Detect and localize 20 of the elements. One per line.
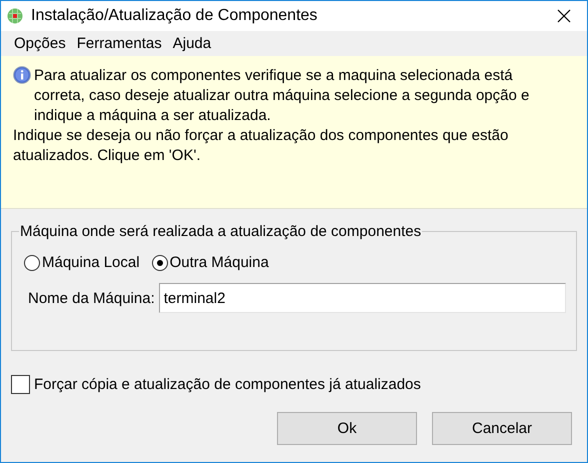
close-icon xyxy=(557,9,571,23)
radio-button[interactable] xyxy=(24,254,40,270)
machine-name-field[interactable]: terminal2 xyxy=(158,283,566,313)
globe-icon xyxy=(7,8,23,24)
group-title: Máquina onde será realizada a atualização de componentes xyxy=(19,223,422,240)
checkbox[interactable] xyxy=(11,375,30,394)
radio-label: Máquina Local xyxy=(42,254,140,271)
menu-item[interactable]: Ferramentas xyxy=(72,35,168,52)
null[interactable]: Cancelar xyxy=(432,412,572,445)
info-text: Indique se deseja ou não forçar a atualização dos componentes que estão atualizados. Clique em 'OK'. xyxy=(13,126,510,166)
info-icon xyxy=(13,66,31,84)
window-title: Instalação/Atualização de Componentes xyxy=(31,7,318,25)
null[interactable]: Ok xyxy=(277,412,417,445)
menu-item[interactable]: Opções xyxy=(9,35,72,52)
checkbox-label: Forçar cópia e atualização de componentes já atualizados xyxy=(34,376,421,393)
info-text: Para atualizar os componentes verifique se a maquina selecionada está correta, caso deseje atualizar outra máquina selecione a segunda opção e indique a máquina a ser atualizada. xyxy=(34,66,530,126)
menu-item[interactable]: Ajuda xyxy=(168,35,218,52)
radio-button[interactable] xyxy=(152,254,168,270)
radio-label: Outra Máquina xyxy=(170,254,269,271)
field-label: Nome da Máquina: xyxy=(28,290,155,306)
